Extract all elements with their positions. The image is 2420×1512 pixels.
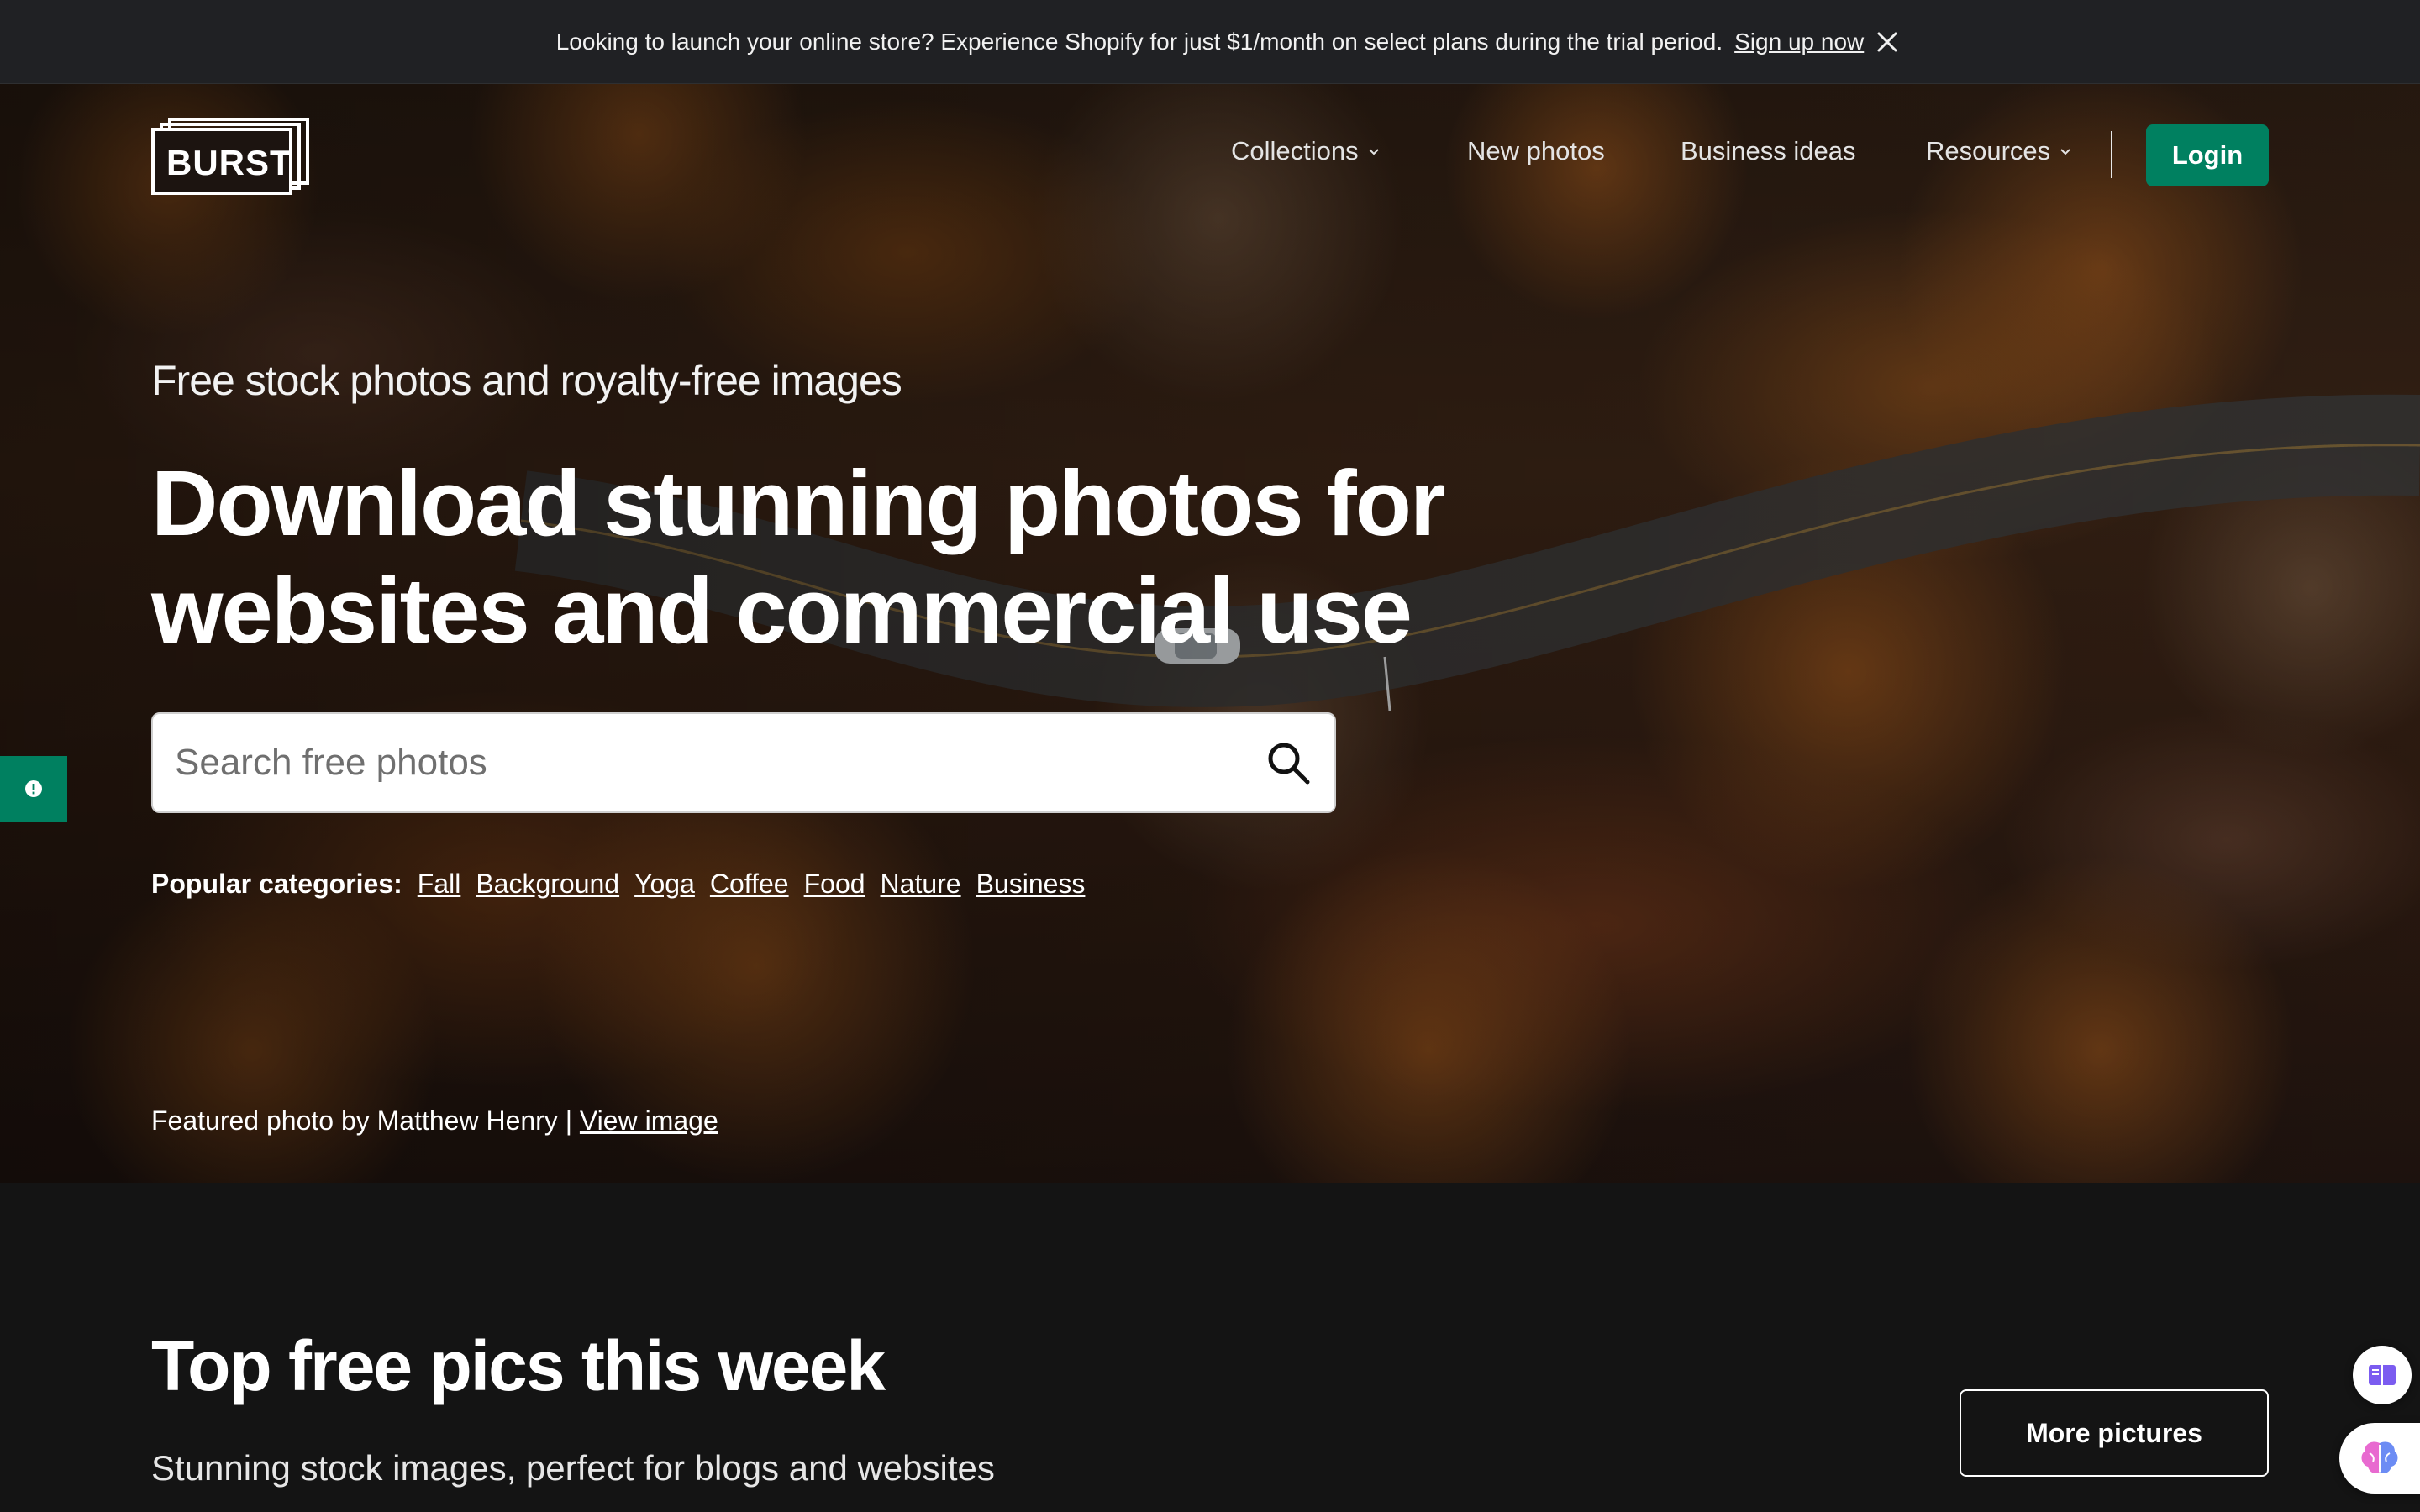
close-icon[interactable] xyxy=(1870,25,1904,59)
featured-photo-credit: Featured photo by Matthew Henry | View i… xyxy=(151,1105,718,1137)
category-link-yoga[interactable]: Yoga xyxy=(634,869,695,900)
logo-text: BURST xyxy=(166,143,292,182)
nav-business-ideas-label: Business ideas xyxy=(1681,136,1856,165)
nav-business-ideas[interactable]: Business ideas xyxy=(1681,136,1856,166)
assistant-widget-button[interactable] xyxy=(2339,1423,2420,1494)
category-link-fall[interactable]: Fall xyxy=(418,869,461,900)
category-link-coffee[interactable]: Coffee xyxy=(710,869,789,900)
nav-collections[interactable]: Collections xyxy=(1231,136,1381,166)
category-link-food[interactable]: Food xyxy=(804,869,865,900)
nav-resources[interactable]: Resources xyxy=(1926,136,2072,166)
nav-collections-label: Collections xyxy=(1231,136,1359,165)
more-pictures-button[interactable]: More pictures xyxy=(1960,1389,2269,1477)
hero-eyebrow: Free stock photos and royalty-free image… xyxy=(151,357,902,404)
categories-label: Popular categories: xyxy=(151,869,402,899)
announcement-bar: Looking to launch your online store? Exp… xyxy=(0,0,2420,84)
book-icon xyxy=(2369,1365,2396,1385)
feedback-tab[interactable] xyxy=(0,756,67,822)
popular-categories: Popular categories: Fall Background Yoga… xyxy=(151,869,1085,900)
view-image-link[interactable]: View image xyxy=(580,1105,718,1136)
category-link-nature[interactable]: Nature xyxy=(881,869,961,900)
reader-widget-button[interactable] xyxy=(2353,1346,2412,1404)
nav-new-photos-label: New photos xyxy=(1467,136,1605,165)
category-link-business[interactable]: Business xyxy=(976,869,1086,900)
chevron-down-icon xyxy=(2060,149,2070,155)
announcement-message: Looking to launch your online store? Exp… xyxy=(555,28,1723,55)
section-title: Top free pics this week xyxy=(151,1326,886,1405)
chevron-down-icon xyxy=(1368,149,1379,155)
search-icon[interactable] xyxy=(1242,714,1334,811)
login-button[interactable]: Login xyxy=(2146,124,2269,186)
category-link-background[interactable]: Background xyxy=(476,869,619,900)
nav-new-photos[interactable]: New photos xyxy=(1467,136,1605,166)
nav-divider xyxy=(2111,131,2112,178)
sign-up-link[interactable]: Sign up now xyxy=(1734,29,1864,55)
exclamation-circle-icon xyxy=(25,780,42,797)
nav-resources-label: Resources xyxy=(1926,136,2051,165)
section-subtitle: Stunning stock images, perfect for blogs… xyxy=(151,1448,995,1488)
hero-headline: Download stunning photos for websites an… xyxy=(151,452,1446,663)
burst-logo[interactable]: BURST xyxy=(151,118,311,195)
brain-icon xyxy=(2361,1441,2398,1473)
featured-credit-text: Featured photo by Matthew Henry | xyxy=(151,1105,573,1136)
search-input[interactable] xyxy=(153,714,1242,811)
search-bar xyxy=(151,712,1336,813)
